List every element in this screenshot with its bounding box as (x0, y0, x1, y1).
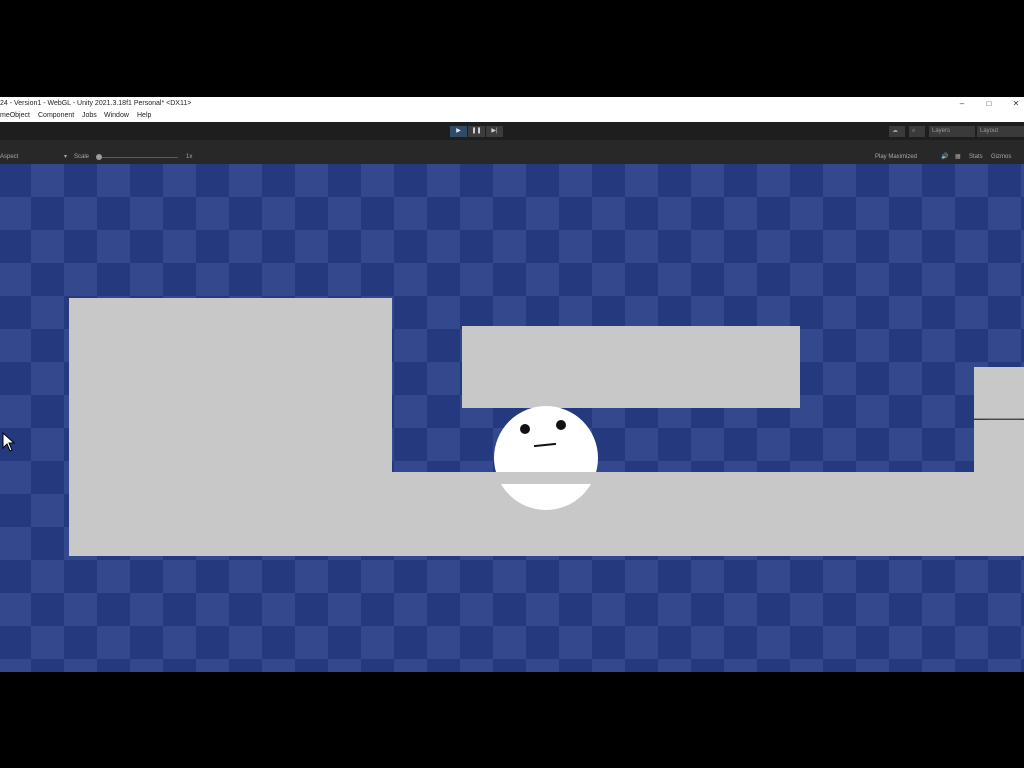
cloud-icon[interactable]: ☁ (889, 126, 905, 137)
scale-label: Scale (74, 154, 90, 160)
player-left-eye (520, 424, 530, 434)
chevron-down-icon: ▾ (64, 154, 68, 160)
floor-top-edge (392, 472, 1024, 484)
layers-dropdown[interactable]: Layers (929, 126, 975, 137)
play-maximized-dropdown[interactable]: Play Maximized (875, 151, 917, 163)
menu-jobs[interactable]: Jobs (82, 110, 97, 122)
pause-icon[interactable]: ❚❚ (468, 126, 485, 137)
player-right-eye (556, 420, 566, 430)
stats-toggle[interactable]: Stats (969, 151, 983, 163)
player-mouth (533, 442, 557, 448)
search-icon[interactable]: ⌕ (909, 126, 925, 137)
gizmos-toggle[interactable]: Gizmos (991, 151, 1011, 163)
mute-audio-icon[interactable]: 🔊 (941, 151, 948, 163)
mouse-cursor-icon (2, 432, 16, 452)
video-letterbox-bottom (0, 672, 1024, 768)
scale-slider-handle[interactable] (96, 154, 102, 160)
playmode-controls: ▶ ❚❚ ▶| (450, 126, 503, 137)
menu-component[interactable]: Component (38, 110, 74, 122)
layout-dropdown[interactable]: Layout (977, 126, 1024, 137)
maximize-icon[interactable]: □ (982, 97, 996, 110)
scale-value: 1x (186, 154, 193, 160)
window-title: 24 - Version1 - WebGL - Unity 2021.3.18f… (0, 100, 192, 107)
menu-bar: meObject Component Jobs Window Help (0, 110, 1024, 122)
menu-help[interactable]: Help (137, 110, 151, 122)
scale-slider-track[interactable] (100, 157, 178, 158)
player-ball-character (494, 406, 598, 510)
stats-icon[interactable]: ▦ (955, 151, 961, 163)
step-icon[interactable]: ▶| (486, 126, 503, 137)
stacked-block-lower (974, 420, 1024, 472)
title-bar: 24 - Version1 - WebGL - Unity 2021.3.18f… (0, 97, 1024, 110)
game-view-toolbar: Aspect ▾ Scale 1x Play Maximized 🔊 ▦ Sta… (0, 151, 1024, 163)
game-scene[interactable] (0, 164, 1024, 672)
minimize-icon[interactable]: – (955, 97, 969, 110)
main-toolbar: ▶ ❚❚ ▶| ☁ ⌕ Layers Layout (0, 122, 1024, 140)
menu-gameobject[interactable]: meObject (0, 110, 30, 122)
video-letterbox-top (0, 0, 1024, 97)
stacked-block-upper (974, 367, 1024, 419)
menu-window[interactable]: Window (104, 110, 129, 122)
close-icon[interactable]: ✕ (1009, 97, 1023, 110)
play-icon[interactable]: ▶ (450, 126, 467, 137)
ceiling-block (462, 326, 800, 408)
aspect-dropdown[interactable]: Aspect (0, 151, 18, 163)
